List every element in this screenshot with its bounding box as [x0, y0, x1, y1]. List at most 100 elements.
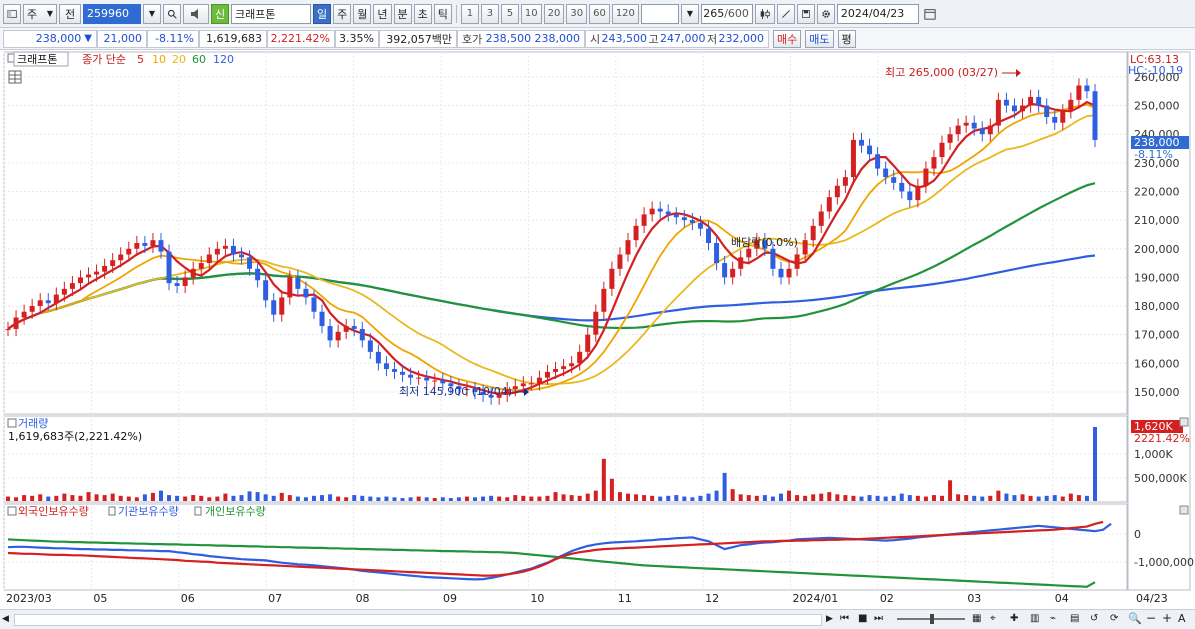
volume-bar	[311, 495, 316, 501]
candle-body	[794, 254, 800, 269]
period-type-select[interactable]: 주 ▼	[23, 3, 57, 24]
candle-type-button[interactable]	[754, 3, 775, 24]
scroll-left-icon[interactable]: ◀	[2, 614, 9, 624]
calendar-button[interactable]	[921, 4, 939, 24]
candle-body	[53, 294, 59, 304]
tab-월[interactable]: 월	[353, 3, 372, 24]
interval-3[interactable]: 3	[480, 3, 499, 24]
stock-name-field[interactable]: 크래프톤	[231, 3, 311, 24]
search-button[interactable]	[163, 3, 181, 24]
volume-bar	[529, 496, 534, 501]
interval-60[interactable]: 60	[589, 3, 610, 24]
price-chart-svg[interactable]: 260,000250,000240,000230,000220,000210,0…	[0, 50, 1195, 610]
volume-bar	[577, 495, 582, 501]
candle-body	[577, 351, 583, 364]
x-axis-label: 2023/03	[6, 592, 52, 605]
volume-bar	[891, 495, 896, 501]
tab-틱[interactable]: 틱	[433, 3, 452, 24]
interval-120[interactable]: 120	[611, 3, 639, 24]
count-total: /600	[724, 7, 749, 20]
candle-body	[826, 197, 832, 212]
zoom-in-icon[interactable]: 🔍	[1128, 612, 1142, 625]
candle-body	[818, 211, 824, 226]
volume-panel-close-icon[interactable]	[1179, 417, 1189, 427]
volume-bar	[118, 495, 123, 501]
stock-code-input[interactable]: 259960	[83, 3, 141, 24]
prev-button[interactable]: 전	[59, 3, 81, 24]
reset-icon[interactable]: ↺	[1090, 613, 1098, 624]
crosshair-icon[interactable]: ✚	[1010, 613, 1018, 624]
price-y-tick: 170,000	[1134, 329, 1180, 342]
zoom-minus-icon[interactable]: −	[1146, 611, 1156, 625]
candle-body	[641, 214, 647, 226]
cursor-icon[interactable]: ⌖	[990, 613, 996, 624]
volume-bar	[690, 497, 695, 501]
candle-body	[899, 182, 905, 192]
candle-body	[842, 177, 848, 186]
volume-bar	[94, 494, 99, 501]
open-label: 시	[590, 32, 601, 46]
interval-1[interactable]: 1	[460, 3, 479, 24]
candle-body	[335, 331, 341, 341]
ma-label: 종가 단순	[82, 53, 126, 66]
date-input[interactable]: 2024/04/23	[836, 3, 919, 24]
eval-button[interactable]: 평	[837, 29, 856, 48]
tab-주[interactable]: 주	[333, 3, 352, 24]
interval-custom-input[interactable]	[640, 3, 679, 24]
chart-scrollbar[interactable]: ◀ ▶ ⏮ ■ ⏭ ▦ ⌖ ✚ ▥ ⌁ ▤ ↺ ⟳ 🔍 − + A	[0, 609, 1195, 629]
candle-body	[738, 257, 744, 269]
trend-icon[interactable]: ⌁	[1050, 613, 1056, 624]
font-size-icon[interactable]: A	[1178, 612, 1186, 625]
candle-body	[343, 326, 349, 332]
split-icon[interactable]: ▥	[1030, 613, 1039, 624]
high-label: 고	[648, 32, 659, 46]
x-axis-label: 03	[967, 592, 981, 605]
interval-30[interactable]: 30	[566, 3, 588, 24]
interval-20[interactable]: 20	[543, 3, 565, 24]
buy-button[interactable]: 매수	[773, 29, 802, 48]
nav-first-icon[interactable]: ⏮	[840, 613, 849, 624]
candle-body	[585, 334, 591, 352]
count-field[interactable]: 265/600	[700, 3, 753, 24]
volume-bar	[263, 494, 268, 501]
layout-grid-icon[interactable]: ▤	[1070, 613, 1079, 624]
tab-일[interactable]: 일	[313, 3, 332, 24]
grid-toggle-icon[interactable]: ▦	[972, 613, 981, 624]
holdings-panel-close-icon[interactable]	[1179, 505, 1189, 515]
interval-dropdown-button[interactable]: ▼	[680, 3, 699, 24]
candle-body	[770, 248, 776, 269]
tab-초[interactable]: 초	[413, 3, 432, 24]
volume-bar	[360, 495, 365, 501]
nav-stop-icon[interactable]: ■	[858, 613, 867, 624]
scroll-right-icon[interactable]: ▶	[826, 614, 833, 624]
candle-body	[1068, 99, 1074, 112]
candle-body	[1044, 105, 1050, 118]
candle-body	[263, 280, 269, 301]
candle-icon	[760, 8, 770, 19]
candle-body	[383, 363, 389, 370]
volume-bar	[770, 496, 775, 501]
interval-5[interactable]: 5	[500, 3, 519, 24]
zoom-plus-icon[interactable]: +	[1162, 611, 1172, 625]
nav-last-icon[interactable]: ⏭	[874, 613, 883, 624]
x-axis-label: 11	[618, 592, 632, 605]
tab-년[interactable]: 년	[373, 3, 392, 24]
draw-tool-button[interactable]	[776, 3, 795, 24]
code-dropdown-button[interactable]: ▼	[143, 3, 161, 24]
layout-icon[interactable]	[3, 3, 21, 24]
tab-분[interactable]: 분	[393, 3, 412, 24]
candle-body	[416, 377, 422, 379]
interval-10[interactable]: 10	[520, 3, 542, 24]
candle-body	[722, 263, 728, 278]
settings-button[interactable]	[816, 3, 835, 24]
zoom-slider-thumb[interactable]	[930, 614, 934, 624]
save-button[interactable]	[796, 3, 815, 24]
scroll-track[interactable]	[14, 614, 822, 626]
chart-area[interactable]: 260,000 250,000 240,000 230,000 220,000 210,0…	[0, 50, 1195, 610]
refresh-icon[interactable]: ⟳	[1110, 613, 1118, 624]
sound-button[interactable]	[183, 3, 209, 24]
volume-bar	[948, 480, 953, 501]
trade-amount: 392,057백만	[379, 29, 457, 48]
sell-button[interactable]: 매도	[805, 29, 834, 48]
candle-body	[947, 134, 953, 143]
